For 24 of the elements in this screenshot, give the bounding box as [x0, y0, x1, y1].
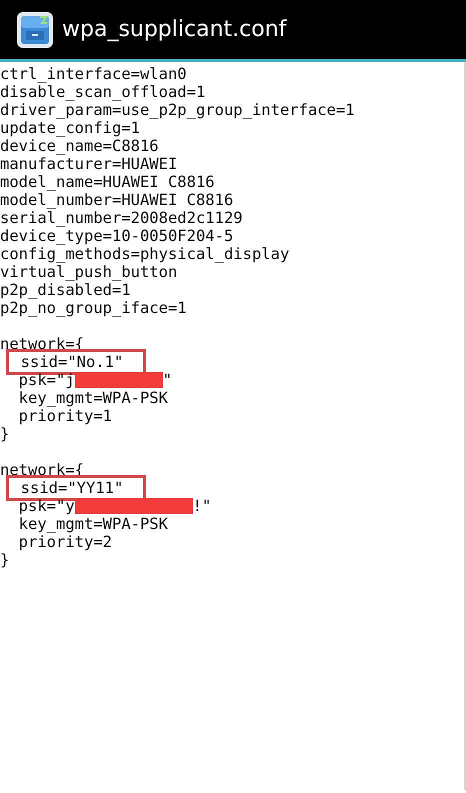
- code-line: model_number=HUAWEI C8816: [0, 191, 234, 209]
- code-text: !": [192, 497, 212, 515]
- code-line: p2p_disabled=1: [0, 281, 131, 299]
- code-line: config_methods=physical_display: [0, 245, 290, 263]
- code-line: key_mgmt=WPA-PSK: [18, 389, 168, 407]
- code-line: key_mgmt=WPA-PSK: [18, 515, 168, 533]
- app-icon: [16, 10, 54, 48]
- code-line: device_name=C8816: [0, 137, 159, 155]
- code-line: priority=2: [18, 533, 112, 551]
- code-line: }: [0, 425, 10, 443]
- code-line: model_name=HUAWEI C8816: [0, 173, 215, 191]
- code-text: ": [162, 371, 172, 389]
- code-line: priority=1: [18, 407, 112, 425]
- code-line: driver_param=use_p2p_group_interface=1: [0, 101, 355, 119]
- code-line: device_type=10-0050F204-5: [0, 227, 234, 245]
- code-line: serial_number=2008ed2c1129: [0, 209, 243, 227]
- code-line: virtual_push_button: [0, 263, 178, 281]
- window-title: wpa_supplicant.conf: [62, 16, 286, 44]
- code-line: ctrl_interface=wlan0: [0, 65, 187, 83]
- code-line: manufacturer=HUAWEI: [0, 155, 178, 173]
- code-line: p2p_no_group_iface=1: [0, 299, 187, 317]
- code-line: disable_scan_offload=1: [0, 83, 206, 101]
- code-line: update_config=1: [0, 119, 140, 137]
- code-line: }: [0, 551, 10, 569]
